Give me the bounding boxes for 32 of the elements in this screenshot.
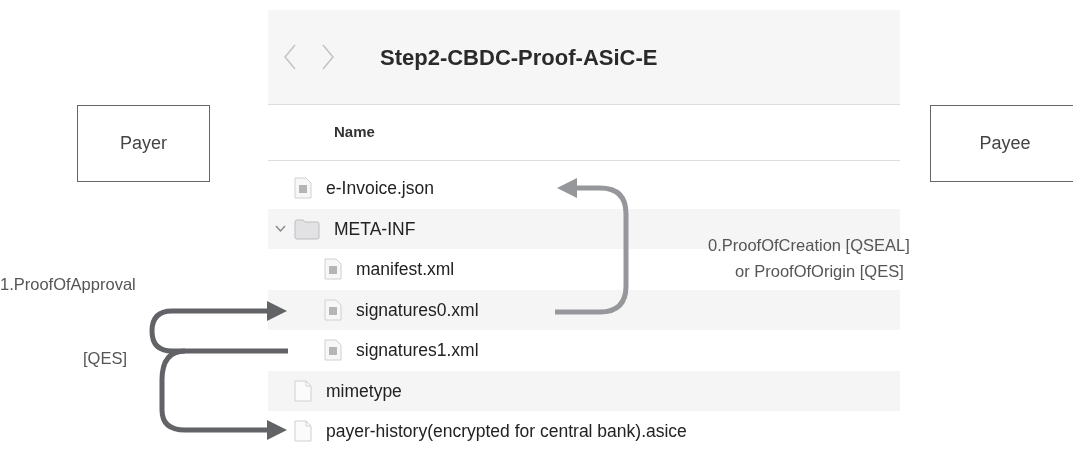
file-name: e-Invoice.json xyxy=(326,177,434,201)
window-title: Step2-CBDC-Proof-ASiC-E xyxy=(380,43,658,72)
file-row[interactable]: e-Invoice.json xyxy=(294,175,434,202)
file-row[interactable]: payer-history(encrypted for central bank).asice xyxy=(294,418,687,445)
file-name: manifest.xml xyxy=(356,258,455,282)
document-icon xyxy=(294,177,312,200)
annotation-text: 1.ProofOfApproval xyxy=(0,274,136,295)
annotation-text: [QES] xyxy=(83,348,127,369)
forward-icon[interactable] xyxy=(322,44,334,70)
blank-file-icon xyxy=(294,420,312,443)
file-name: signatures1.xml xyxy=(356,339,479,363)
document-icon xyxy=(324,339,342,362)
annotation-text: 0.ProofOfCreation [QSEAL] xyxy=(708,235,910,256)
document-icon xyxy=(324,298,342,321)
annotation-text: or ProofOfOrigin [QES] xyxy=(735,261,904,282)
file-name: signatures0.xml xyxy=(356,298,479,322)
file-row[interactable]: META-INF xyxy=(294,215,416,242)
file-name: META-INF xyxy=(334,217,416,241)
blank-file-icon xyxy=(294,379,312,402)
file-name: mimetype xyxy=(326,379,402,403)
file-row[interactable]: signatures1.xml xyxy=(324,337,479,364)
file-row[interactable]: signatures0.xml xyxy=(324,296,479,323)
file-row[interactable]: manifest.xml xyxy=(324,256,455,283)
document-icon xyxy=(324,258,342,281)
file-row[interactable]: mimetype xyxy=(294,377,402,404)
column-header[interactable]: Name xyxy=(268,105,900,161)
folder-icon xyxy=(294,217,320,240)
disclosure-icon[interactable] xyxy=(275,224,286,233)
party-box: Payer xyxy=(77,105,210,182)
file-name: payer-history(encrypted for central bank).asice xyxy=(326,420,687,444)
party-box: Payee xyxy=(930,105,1073,182)
back-icon[interactable] xyxy=(284,44,296,70)
